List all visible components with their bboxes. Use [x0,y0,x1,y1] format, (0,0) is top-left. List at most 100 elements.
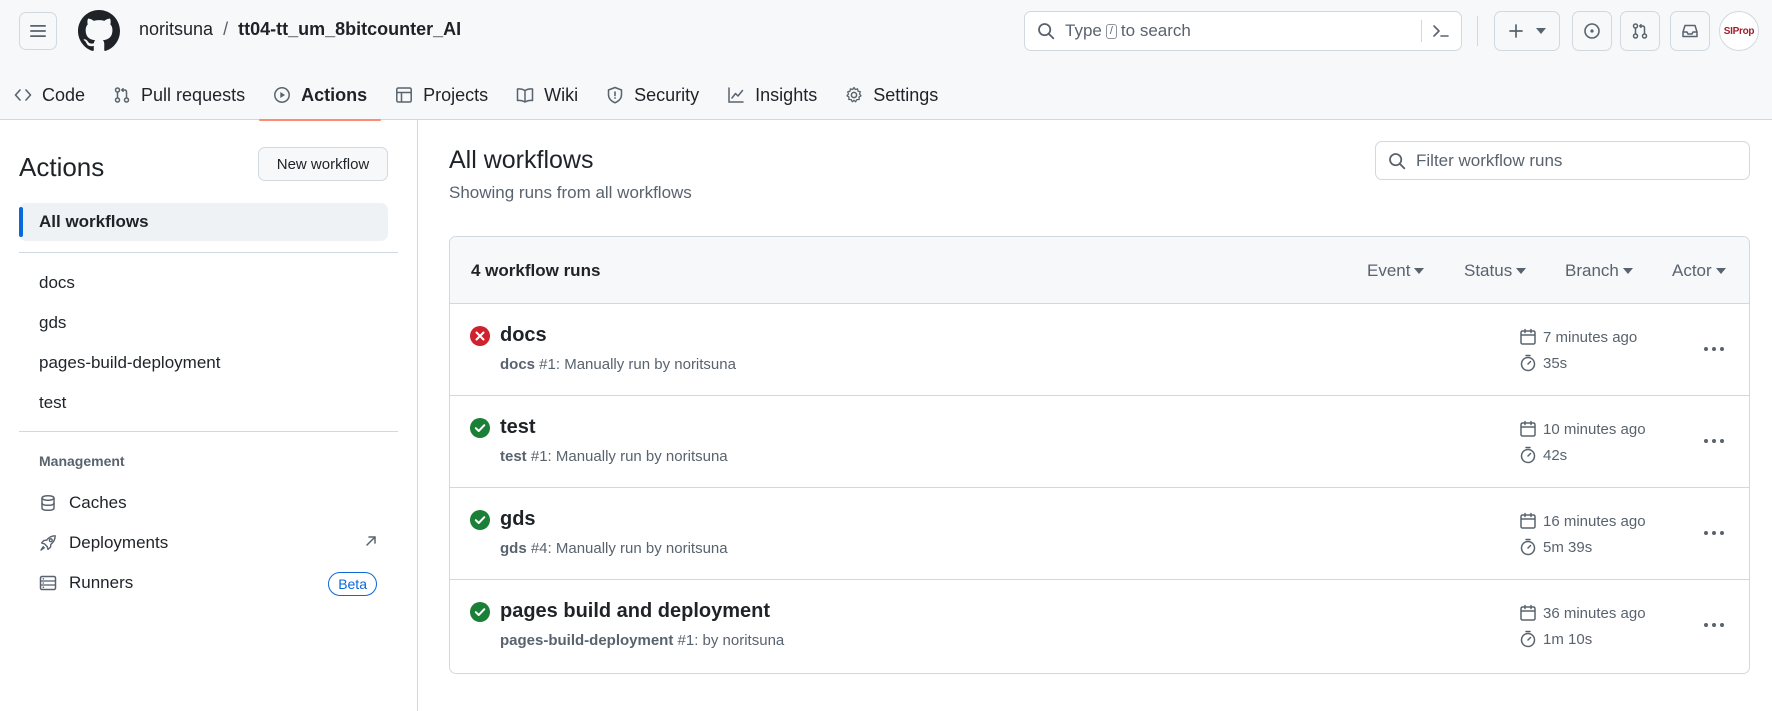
tab-label: Wiki [544,84,579,105]
search-placeholder-prefix: Type [1065,21,1102,40]
header-divider [1477,16,1478,46]
run-meta-detail: #1: by noritsuna [673,632,785,649]
sidebar-item-label: pages-build-deployment [39,353,221,372]
sidebar-item-label: Runners [69,573,134,592]
table-icon [396,87,413,103]
tab-projects[interactable]: Projects [381,70,502,120]
gear-icon [846,86,862,103]
global-search-input[interactable]: Type / to search [1024,11,1462,51]
pull-requests-button[interactable] [1620,11,1660,51]
create-new-button[interactable] [1494,11,1560,51]
tab-actions[interactable]: Actions [259,70,382,121]
hamburger-icon [30,25,46,37]
run-workflow-name: pages-build-deployment [500,632,674,649]
repo-owner-link[interactable]: noritsuna [139,19,213,40]
tab-label: Insights [755,84,818,105]
run-time: 16 minutes ago [1519,512,1646,530]
workflow-run-row[interactable]: gds gds #4: Manually run by noritsuna 16… [450,488,1749,580]
tab-label: Projects [423,84,489,105]
kebab-horizontal-icon [1704,623,1724,627]
run-time: 10 minutes ago [1519,420,1646,438]
run-duration-text: 42s [1543,446,1568,464]
run-time-text: 16 minutes ago [1543,512,1646,530]
inbox-button[interactable] [1670,11,1710,51]
stopwatch-icon [1520,538,1536,556]
run-time: 7 minutes ago [1519,328,1637,346]
command-palette-icon[interactable] [1431,21,1451,41]
repo-name-link[interactable]: tt04-tt_um_8bitcounter_AI [238,19,461,40]
calendar-icon [1520,328,1536,345]
issues-button[interactable] [1572,11,1612,51]
sidebar-item-docs[interactable]: docs [19,264,388,302]
branch-filter-dropdown[interactable]: Branch [1565,261,1633,281]
check-circle-fill-icon [470,602,490,622]
run-options-button[interactable] [1697,610,1731,640]
run-title-link[interactable]: docs [500,324,547,347]
run-options-button[interactable] [1697,518,1731,548]
calendar-icon [1520,420,1536,437]
arrow-up-right-icon [366,536,376,546]
event-filter-dropdown[interactable]: Event [1367,261,1425,281]
runs-list-header: 4 workflow runs Event Status Branch Acto… [450,237,1749,304]
tab-label: Settings [873,84,939,105]
repo-breadcrumb: noritsuna / tt04-tt_um_8bitcounter_AI [139,19,461,40]
x-circle-fill-icon [470,326,490,346]
triangle-down-icon [1414,268,1425,274]
run-title-link[interactable]: pages build and deployment [500,600,770,623]
avatar[interactable]: SIProp [1719,11,1759,51]
tab-security[interactable]: Security [592,70,713,120]
sidebar-item-deployments[interactable]: Deployments [19,524,388,562]
kebab-horizontal-icon [1704,531,1724,535]
filter-label: Status [1464,261,1513,280]
run-options-button[interactable] [1697,334,1731,364]
database-icon [41,494,55,512]
new-workflow-button[interactable]: New workflow [258,147,388,181]
run-duration: 35s [1519,354,1567,372]
sidebar-item-test[interactable]: test [19,384,388,422]
sidebar-item-gds[interactable]: gds [19,304,388,342]
tab-wiki[interactable]: Wiki [502,70,592,120]
run-title-link[interactable]: gds [500,508,536,531]
run-options-button[interactable] [1697,426,1731,456]
run-meta: docs #1: Manually run by noritsuna [500,356,736,373]
run-meta: gds #4: Manually run by noritsuna [500,540,728,557]
search-divider [1421,20,1422,42]
tab-code[interactable]: Code [0,70,99,120]
repo-navigation: Code Pull requests Actions Projects Wiki… [0,70,952,121]
actions-sidebar: Actions New workflow All workflows docs … [0,120,418,711]
stopwatch-icon [1520,354,1536,372]
workflow-run-row[interactable]: test test #1: Manually run by noritsuna … [450,396,1749,488]
graph-icon [728,87,744,103]
run-meta-detail: #1: Manually run by noritsuna [526,448,728,465]
search-shortcut-key: / [1105,23,1117,39]
sidebar-item-label: Caches [69,493,127,512]
tab-insights[interactable]: Insights [713,70,831,120]
github-logo-icon[interactable] [78,10,120,52]
triangle-down-icon [1715,268,1726,274]
sidebar-item-all-workflows[interactable]: All workflows [19,203,388,241]
tab-pull-requests[interactable]: Pull requests [99,70,259,120]
menu-button[interactable] [19,12,57,50]
run-title-link[interactable]: test [500,416,536,439]
status-filter-dropdown[interactable]: Status [1464,261,1527,281]
actor-filter-dropdown[interactable]: Actor [1672,261,1726,281]
triangle-down-icon [1516,268,1527,274]
workflow-runs-list: 4 workflow runs Event Status Branch Acto… [449,236,1750,674]
sidebar-item-label: All workflows [39,212,149,231]
filter-workflow-runs-input[interactable]: Filter workflow runs [1375,141,1750,180]
tab-settings[interactable]: Settings [831,70,952,120]
sidebar-item-caches[interactable]: Caches [19,484,388,522]
search-icon [1389,152,1406,169]
check-circle-fill-icon [470,418,490,438]
workflow-run-row[interactable]: pages build and deployment pages-build-d… [450,580,1749,672]
app-header: noritsuna / tt04-tt_um_8bitcounter_AI Ty… [0,0,1772,121]
triangle-down-icon [1622,268,1633,274]
calendar-icon [1520,604,1536,621]
sidebar-item-pages-build-deployment[interactable]: pages-build-deployment [19,344,388,382]
filter-placeholder: Filter workflow runs [1416,150,1563,170]
sidebar-item-label: gds [39,313,67,332]
sidebar-divider [19,431,398,432]
workflow-run-row[interactable]: docs docs #1: Manually run by noritsuna … [450,304,1749,396]
sidebar-item-label: docs [39,273,75,292]
sidebar-item-runners[interactable]: Runners Beta [19,564,388,602]
